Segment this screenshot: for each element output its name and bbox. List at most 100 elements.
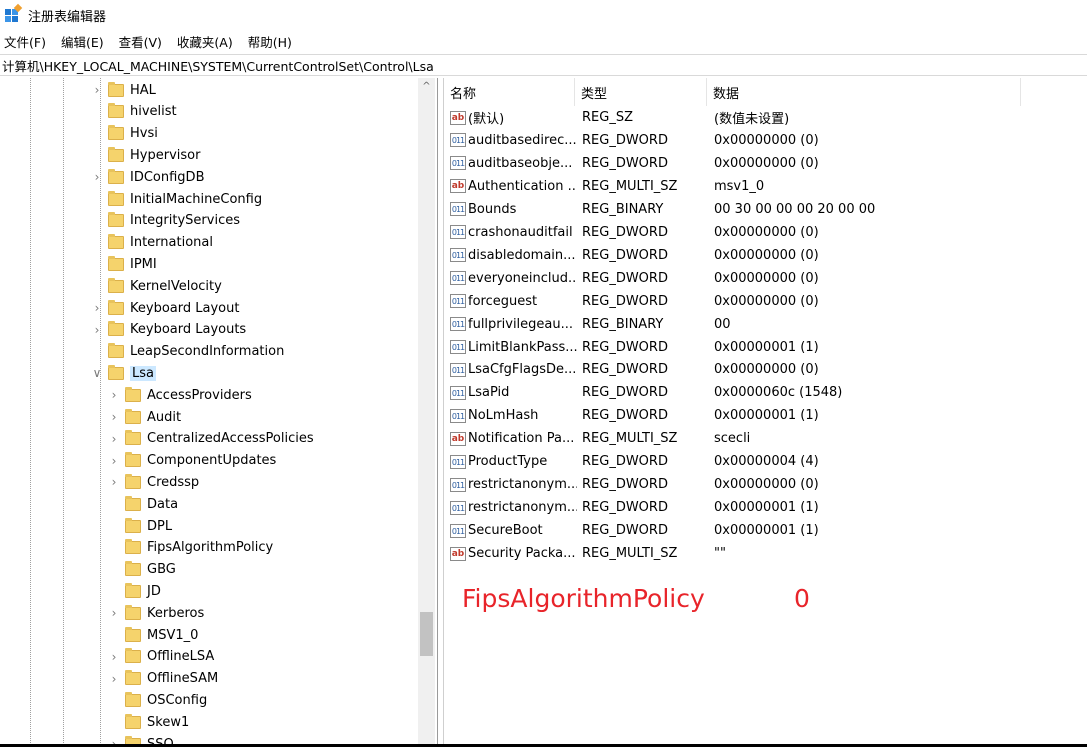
value-name-cell[interactable]: 011 ProductType: [450, 450, 577, 473]
value-name-cell[interactable]: 011 auditbaseobje...: [450, 152, 577, 175]
tree-item-label[interactable]: Credssp: [147, 475, 199, 490]
expand-chevron-icon[interactable]: ›: [109, 454, 119, 468]
tree-item-content[interactable]: Lsa: [108, 364, 156, 381]
value-row[interactable]: ab (默认) REG_SZ (数值未设置): [444, 106, 1087, 129]
menu-file[interactable]: 文件(F): [4, 32, 46, 51]
tree-item[interactable]: Hypervisor: [0, 144, 418, 166]
tree-item-content[interactable]: Keyboard Layouts: [108, 321, 246, 337]
tree-item-content[interactable]: IDConfigDB: [108, 168, 204, 185]
value-name-cell[interactable]: 011 forceguest: [450, 290, 577, 313]
value-row[interactable]: 011 LsaPid REG_DWORD 0x0000060c (1548): [444, 381, 1087, 404]
address-path[interactable]: 计算机\HKEY_LOCAL_MACHINE\SYSTEM\CurrentCon…: [2, 56, 434, 75]
tree-item-content[interactable]: DPL: [125, 517, 172, 534]
tree-item-label[interactable]: IPMI: [130, 257, 157, 272]
tree-item-label[interactable]: IntegrityServices: [130, 213, 240, 228]
value-name-cell[interactable]: ab Authentication ...: [450, 175, 577, 198]
tree-item-content[interactable]: OfflineSAM: [125, 670, 218, 686]
tree-item-label[interactable]: hivelist: [130, 104, 177, 119]
tree-item[interactable]: hivelist: [0, 101, 418, 123]
value-row[interactable]: ab Security Packa... REG_MULTI_SZ "": [444, 542, 1087, 565]
value-name-cell[interactable]: ab Security Packa...: [450, 542, 577, 565]
tree-item-label[interactable]: LeapSecondInformation: [130, 344, 284, 359]
tree-item-content[interactable]: OfflineLSA: [125, 648, 214, 664]
tree-item-content[interactable]: Hvsi: [108, 125, 158, 141]
tree-item-label[interactable]: OfflineSAM: [147, 671, 218, 686]
tree-item-content[interactable]: Audit: [125, 408, 181, 425]
tree-item-label[interactable]: Audit: [147, 410, 181, 425]
expand-chevron-icon[interactable]: ›: [109, 388, 119, 402]
tree-item[interactable]: › ComponentUpdates: [0, 450, 418, 472]
tree-item-label[interactable]: CentralizedAccessPolicies: [147, 431, 314, 446]
tree-item-label[interactable]: IDConfigDB: [130, 170, 204, 185]
value-name-cell[interactable]: 011 SecureBoot: [450, 519, 577, 542]
tree-item-label[interactable]: OSConfig: [147, 693, 207, 708]
tree-item-content[interactable]: IntegrityServices: [108, 212, 240, 228]
tree-item-label[interactable]: Keyboard Layout: [130, 301, 239, 316]
values-list[interactable]: 名称 类型 数据 ab (默认) REG_SZ (数值未设置) 011 auditbase…: [444, 78, 1087, 747]
tree-item[interactable]: › Kerberos: [0, 602, 418, 624]
tree-item-label[interactable]: JD: [147, 584, 161, 599]
tree-item[interactable]: ∨ Lsa: [0, 362, 418, 384]
tree-item-content[interactable]: FipsAlgorithmPolicy: [125, 539, 273, 555]
tree-item[interactable]: InitialMachineConfig: [0, 188, 418, 210]
tree-item[interactable]: JD: [0, 580, 418, 602]
key-tree[interactable]: › HAL hivelist Hvsi Hypervisor › IDConfigDB Ini…: [0, 78, 438, 747]
tree-item-label[interactable]: OfflineLSA: [147, 649, 214, 664]
tree-item[interactable]: IntegrityServices: [0, 210, 418, 232]
tree-item[interactable]: › Credssp: [0, 471, 418, 493]
value-row[interactable]: 011 ProductType REG_DWORD 0x00000004 (4): [444, 450, 1087, 473]
tree-item-label[interactable]: GBG: [147, 562, 176, 577]
tree-item[interactable]: International: [0, 232, 418, 254]
tree-item-label[interactable]: AccessProviders: [147, 388, 252, 403]
expand-chevron-icon[interactable]: ›: [109, 475, 119, 489]
tree-item-content[interactable]: HAL: [108, 81, 156, 98]
tree-item-label[interactable]: FipsAlgorithmPolicy: [147, 540, 273, 555]
value-name-cell[interactable]: 011 LsaCfgFlagsDe...: [450, 358, 577, 381]
tree-scrollbar[interactable]: ^: [418, 78, 435, 747]
tree-item[interactable]: KernelVelocity: [0, 275, 418, 297]
value-name-cell[interactable]: 011 disabledomain...: [450, 244, 577, 267]
value-name-cell[interactable]: 011 LsaPid: [450, 381, 577, 404]
tree-item-content[interactable]: hivelist: [108, 103, 177, 119]
menu-edit[interactable]: 编辑(E): [61, 32, 104, 51]
expand-chevron-icon[interactable]: ›: [109, 606, 119, 620]
tree-item-content[interactable]: IPMI: [108, 255, 157, 272]
value-name-cell[interactable]: 011 Bounds: [450, 198, 577, 221]
column-header-type[interactable]: 类型: [575, 78, 707, 106]
tree-item-label[interactable]: Kerberos: [147, 606, 204, 621]
expand-chevron-icon[interactable]: ›: [92, 301, 102, 315]
tree-item-content[interactable]: CentralizedAccessPolicies: [125, 430, 314, 446]
tree-item[interactable]: › Audit: [0, 406, 418, 428]
expand-chevron-icon[interactable]: ›: [109, 410, 119, 424]
value-row[interactable]: 011 auditbaseobje... REG_DWORD 0x00000000 (…: [444, 152, 1087, 175]
collapse-chevron-icon[interactable]: ∨: [92, 366, 102, 380]
tree-item[interactable]: › OfflineSAM: [0, 668, 418, 690]
tree-item[interactable]: FipsAlgorithmPolicy: [0, 537, 418, 559]
value-name-cell[interactable]: 011 fullprivilegeau...: [450, 313, 577, 336]
tree-item[interactable]: IPMI: [0, 253, 418, 275]
value-row[interactable]: 011 LimitBlankPass... REG_DWORD 0x00000001 …: [444, 336, 1087, 359]
menu-favorites[interactable]: 收藏夹(A): [177, 32, 233, 51]
tree-item-content[interactable]: ComponentUpdates: [125, 452, 276, 468]
tree-item-label[interactable]: KernelVelocity: [130, 279, 222, 294]
value-row[interactable]: 011 disabledomain... REG_DWORD 0x00000000 (…: [444, 244, 1087, 267]
column-header-name[interactable]: 名称: [444, 78, 575, 106]
value-row[interactable]: 011 restrictanonym... REG_DWORD 0x00000000 …: [444, 473, 1087, 496]
value-name-cell[interactable]: 011 LimitBlankPass...: [450, 336, 577, 359]
value-row[interactable]: 011 NoLmHash REG_DWORD 0x00000001 (1): [444, 404, 1087, 427]
value-row[interactable]: 011 everyoneinclud... REG_DWORD 0x00000000 …: [444, 267, 1087, 290]
tree-item-content[interactable]: KernelVelocity: [108, 277, 222, 294]
value-name-cell[interactable]: 011 crashonauditfail: [450, 221, 577, 244]
tree-item-content[interactable]: Credssp: [125, 473, 199, 490]
value-row[interactable]: 011 restrictanonym... REG_DWORD 0x00000001 …: [444, 496, 1087, 519]
tree-item[interactable]: LeapSecondInformation: [0, 341, 418, 363]
value-name-cell[interactable]: 011 restrictanonym...: [450, 473, 577, 496]
tree-item[interactable]: › OfflineLSA: [0, 646, 418, 668]
tree-item-content[interactable]: JD: [125, 582, 161, 599]
tree-item-label[interactable]: Hypervisor: [130, 148, 200, 163]
tree-item[interactable]: MSV1_0: [0, 624, 418, 646]
tree-item-content[interactable]: Kerberos: [125, 604, 204, 621]
tree-item-label[interactable]: Data: [147, 497, 178, 512]
tree-item[interactable]: DPL: [0, 515, 418, 537]
tree-item-content[interactable]: MSV1_0: [125, 626, 198, 643]
